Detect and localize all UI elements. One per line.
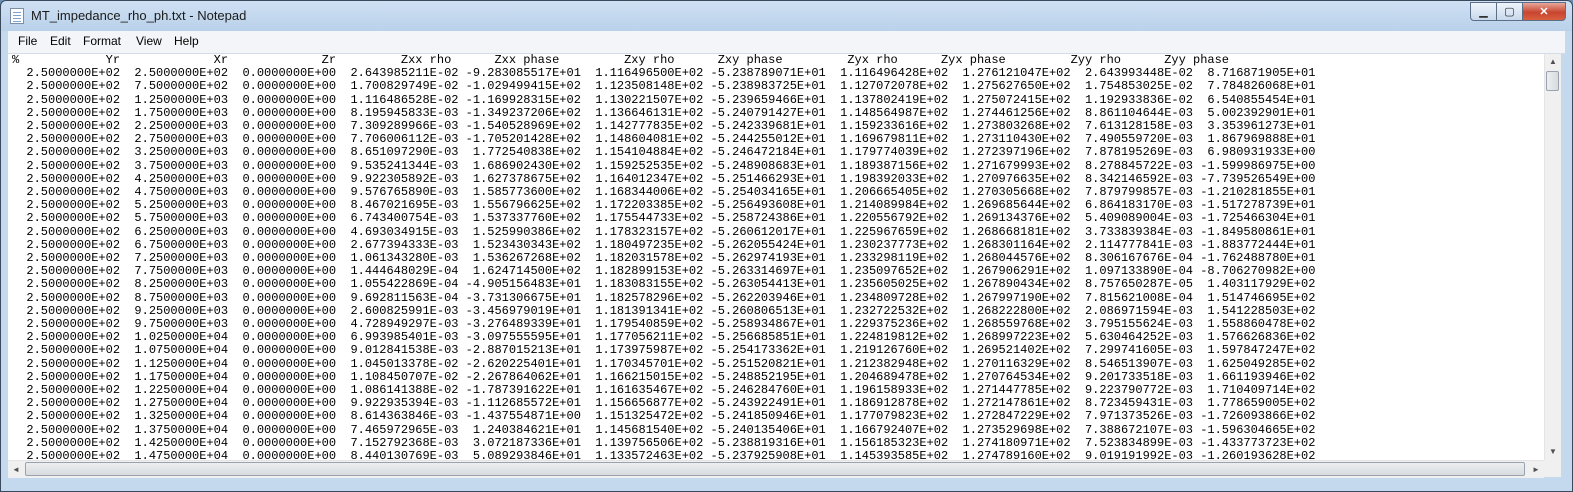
text-line: 2.5000000E+02 1.2750000E+04 0.0000000E+0… — [12, 396, 1316, 411]
text-line: 2.5000000E+02 1.3250000E+04 0.0000000E+0… — [12, 409, 1316, 424]
window-title: MT_impedance_rho_ph.txt - Notepad — [31, 8, 247, 23]
text-line: 2.5000000E+02 5.7500000E+03 0.0000000E+0… — [12, 211, 1316, 226]
text-line: 2.5000000E+02 2.5000000E+02 0.0000000E+0… — [12, 66, 1316, 81]
menu-bar: File Edit Format View Help — [8, 31, 1565, 54]
minimize-button[interactable]: ▁ — [1470, 2, 1496, 21]
title-bar[interactable]: MT_impedance_rho_ph.txt - Notepad ▁ ▢ ✕ — [1, 1, 1572, 31]
maximize-icon: ▢ — [1504, 6, 1515, 18]
vertical-scrollbar[interactable]: ▲ ▼ — [1544, 54, 1561, 460]
menu-help[interactable]: Help — [174, 34, 199, 48]
menu-view[interactable]: View — [136, 34, 162, 48]
text-line: 2.5000000E+02 1.1250000E+04 0.0000000E+0… — [12, 356, 1316, 371]
text-line: 2.5000000E+02 1.4750000E+04 0.0000000E+0… — [12, 449, 1316, 460]
text-line: 2.5000000E+02 9.2500000E+03 0.0000000E+0… — [12, 303, 1316, 318]
menu-file[interactable]: File — [18, 34, 37, 48]
horizontal-scrollbar[interactable]: ◄ ► — [8, 460, 1544, 478]
horizontal-scroll-thumb[interactable] — [25, 462, 1525, 476]
text-line: 2.5000000E+02 9.7500000E+03 0.0000000E+0… — [12, 317, 1316, 332]
menu-edit[interactable]: Edit — [50, 34, 71, 48]
text-line: 2.5000000E+02 7.5000000E+02 0.0000000E+0… — [12, 79, 1316, 94]
close-icon: ✕ — [1539, 6, 1549, 18]
scrollbar-corner — [1544, 460, 1561, 477]
text-line: 2.5000000E+02 8.2500000E+03 0.0000000E+0… — [12, 277, 1316, 292]
text-line: 2.5000000E+02 6.7500000E+03 0.0000000E+0… — [12, 237, 1316, 252]
text-line: 2.5000000E+02 1.0750000E+04 0.0000000E+0… — [12, 343, 1316, 358]
scroll-left-icon[interactable]: ◄ — [8, 461, 24, 478]
text-line: 2.5000000E+02 1.1750000E+04 0.0000000E+0… — [12, 369, 1316, 384]
text-line: 2.5000000E+02 1.4250000E+04 0.0000000E+0… — [12, 435, 1316, 450]
maximize-button[interactable]: ▢ — [1496, 2, 1522, 21]
text-line: 2.5000000E+02 2.7500000E+03 0.0000000E+0… — [12, 132, 1316, 147]
text-line: 2.5000000E+02 1.3750000E+04 0.0000000E+0… — [12, 422, 1316, 437]
text-line: 2.5000000E+02 1.2500000E+03 0.0000000E+0… — [12, 92, 1316, 107]
scroll-up-icon[interactable]: ▲ — [1545, 54, 1561, 70]
scroll-down-icon[interactable]: ▼ — [1545, 444, 1561, 460]
document-header-line: % Yr Xr Zr Zxx rho Zxx phase Zxy rho Zxy… — [12, 54, 1229, 67]
document-rows: 2.5000000E+02 2.5000000E+02 0.0000000E+0… — [12, 66, 1315, 460]
text-line: 2.5000000E+02 7.7500000E+03 0.0000000E+0… — [12, 264, 1316, 279]
minimize-icon: ▁ — [1479, 6, 1488, 18]
text-line: 2.5000000E+02 7.2500000E+03 0.0000000E+0… — [12, 251, 1316, 266]
text-line: 2.5000000E+02 3.7500000E+03 0.0000000E+0… — [12, 158, 1316, 173]
text-line: 2.5000000E+02 3.2500000E+03 0.0000000E+0… — [12, 145, 1316, 160]
notepad-window: MT_impedance_rho_ph.txt - Notepad ▁ ▢ ✕ … — [0, 0, 1573, 492]
text-line: 2.5000000E+02 4.7500000E+03 0.0000000E+0… — [12, 185, 1316, 200]
text-line: 2.5000000E+02 1.2250000E+04 0.0000000E+0… — [12, 383, 1316, 398]
text-line: 2.5000000E+02 8.7500000E+03 0.0000000E+0… — [12, 290, 1316, 305]
document-text[interactable]: % Yr Xr Zr Zxx rho Zxx phase Zxy rho Zxy… — [12, 54, 1315, 460]
text-line: 2.5000000E+02 1.7500000E+03 0.0000000E+0… — [12, 105, 1316, 120]
vertical-scroll-thumb[interactable] — [1546, 71, 1559, 91]
text-line: 2.5000000E+02 2.2500000E+03 0.0000000E+0… — [12, 119, 1316, 134]
text-line: 2.5000000E+02 1.0250000E+04 0.0000000E+0… — [12, 330, 1316, 345]
scroll-right-icon[interactable]: ► — [1528, 461, 1544, 478]
notepad-icon[interactable] — [10, 8, 24, 24]
text-line: 2.5000000E+02 4.2500000E+03 0.0000000E+0… — [12, 171, 1316, 186]
text-line: 2.5000000E+02 6.2500000E+03 0.0000000E+0… — [12, 224, 1316, 239]
text-line: 2.5000000E+02 5.2500000E+03 0.0000000E+0… — [12, 198, 1316, 213]
text-editor-area[interactable]: % Yr Xr Zr Zxx rho Zxx phase Zxy rho Zxy… — [8, 54, 1544, 460]
menu-format[interactable]: Format — [83, 34, 121, 48]
close-button[interactable]: ✕ — [1522, 2, 1566, 21]
caption-buttons: ▁ ▢ ✕ — [1470, 2, 1566, 21]
